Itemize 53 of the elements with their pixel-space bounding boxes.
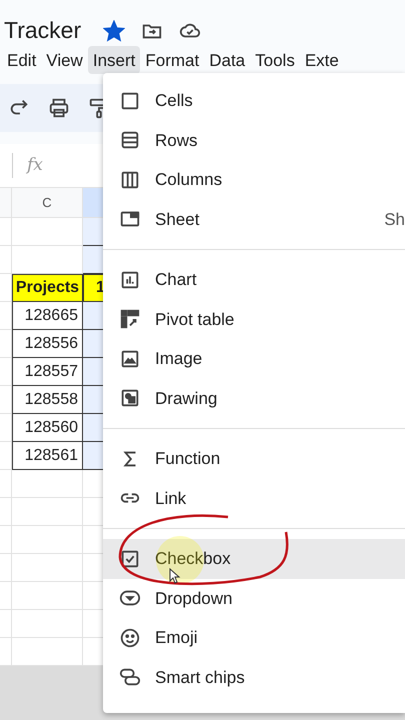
table-cell[interactable] — [12, 554, 83, 582]
row-header[interactable] — [0, 414, 12, 442]
menu-item[interactable]: Checkbox — [103, 539, 405, 578]
menu-item[interactable]: Edit — [2, 46, 42, 74]
row-header[interactable] — [0, 330, 12, 358]
menu-item[interactable]: Tools — [250, 46, 300, 74]
row-header[interactable] — [0, 554, 12, 582]
rows-icon — [119, 129, 141, 152]
row-header[interactable] — [0, 386, 12, 414]
menu-item[interactable]: Pivot table — [103, 300, 405, 339]
emoji-icon — [119, 626, 141, 649]
star-icon[interactable] — [103, 20, 126, 42]
menu-item[interactable]: Exte — [300, 46, 344, 74]
table-cell[interactable] — [12, 582, 83, 610]
shortcut-text: Sh — [384, 208, 405, 230]
row-header[interactable] — [0, 470, 12, 498]
menu-item[interactable]: Drawing — [103, 378, 405, 418]
menu-item[interactable]: Link — [103, 478, 405, 518]
row-header[interactable] — [0, 526, 12, 554]
row-header[interactable] — [0, 498, 12, 526]
menu-item[interactable]: Cells — [103, 81, 405, 120]
table-cell[interactable] — [12, 470, 83, 498]
pivot-table-icon — [119, 308, 141, 330]
menu-item[interactable]: Columns — [103, 160, 405, 200]
document-title: Tracker — [4, 19, 82, 42]
table-cell[interactable] — [12, 610, 83, 638]
menu-item[interactable]: Format — [140, 46, 204, 74]
table-cell[interactable] — [12, 526, 83, 554]
chips-icon — [119, 666, 141, 688]
menu-item[interactable]: Sheet Sh — [103, 200, 405, 239]
row-header[interactable] — [0, 610, 12, 638]
menu-item[interactable]: Image — [103, 339, 405, 378]
menu-item[interactable]: Rows — [103, 120, 405, 160]
column-header: C — [12, 188, 83, 218]
row-header[interactable] — [0, 582, 12, 610]
row-header[interactable] — [0, 302, 12, 330]
menu-item[interactable]: Function — [103, 439, 405, 478]
menu-item[interactable]: Emoji — [103, 618, 405, 658]
menu-item[interactable]: Chart — [103, 260, 405, 300]
drawing-icon — [119, 387, 141, 410]
row-header[interactable] — [0, 218, 12, 246]
print-icon[interactable] — [48, 97, 70, 119]
cursor-icon — [170, 568, 180, 584]
table-header: Projects — [12, 274, 83, 302]
menu-item[interactable]: View — [41, 46, 88, 74]
row-header[interactable] — [0, 358, 12, 386]
table-cell[interactable] — [12, 498, 83, 526]
menu-item[interactable]: Smart chips — [103, 658, 405, 697]
menu-item[interactable]: Data — [204, 46, 250, 74]
row-header[interactable] — [0, 442, 12, 470]
menu-item[interactable]: Insert — [88, 46, 140, 74]
row-header[interactable] — [0, 246, 12, 274]
menu-item[interactable]: Dropdown — [103, 578, 405, 618]
